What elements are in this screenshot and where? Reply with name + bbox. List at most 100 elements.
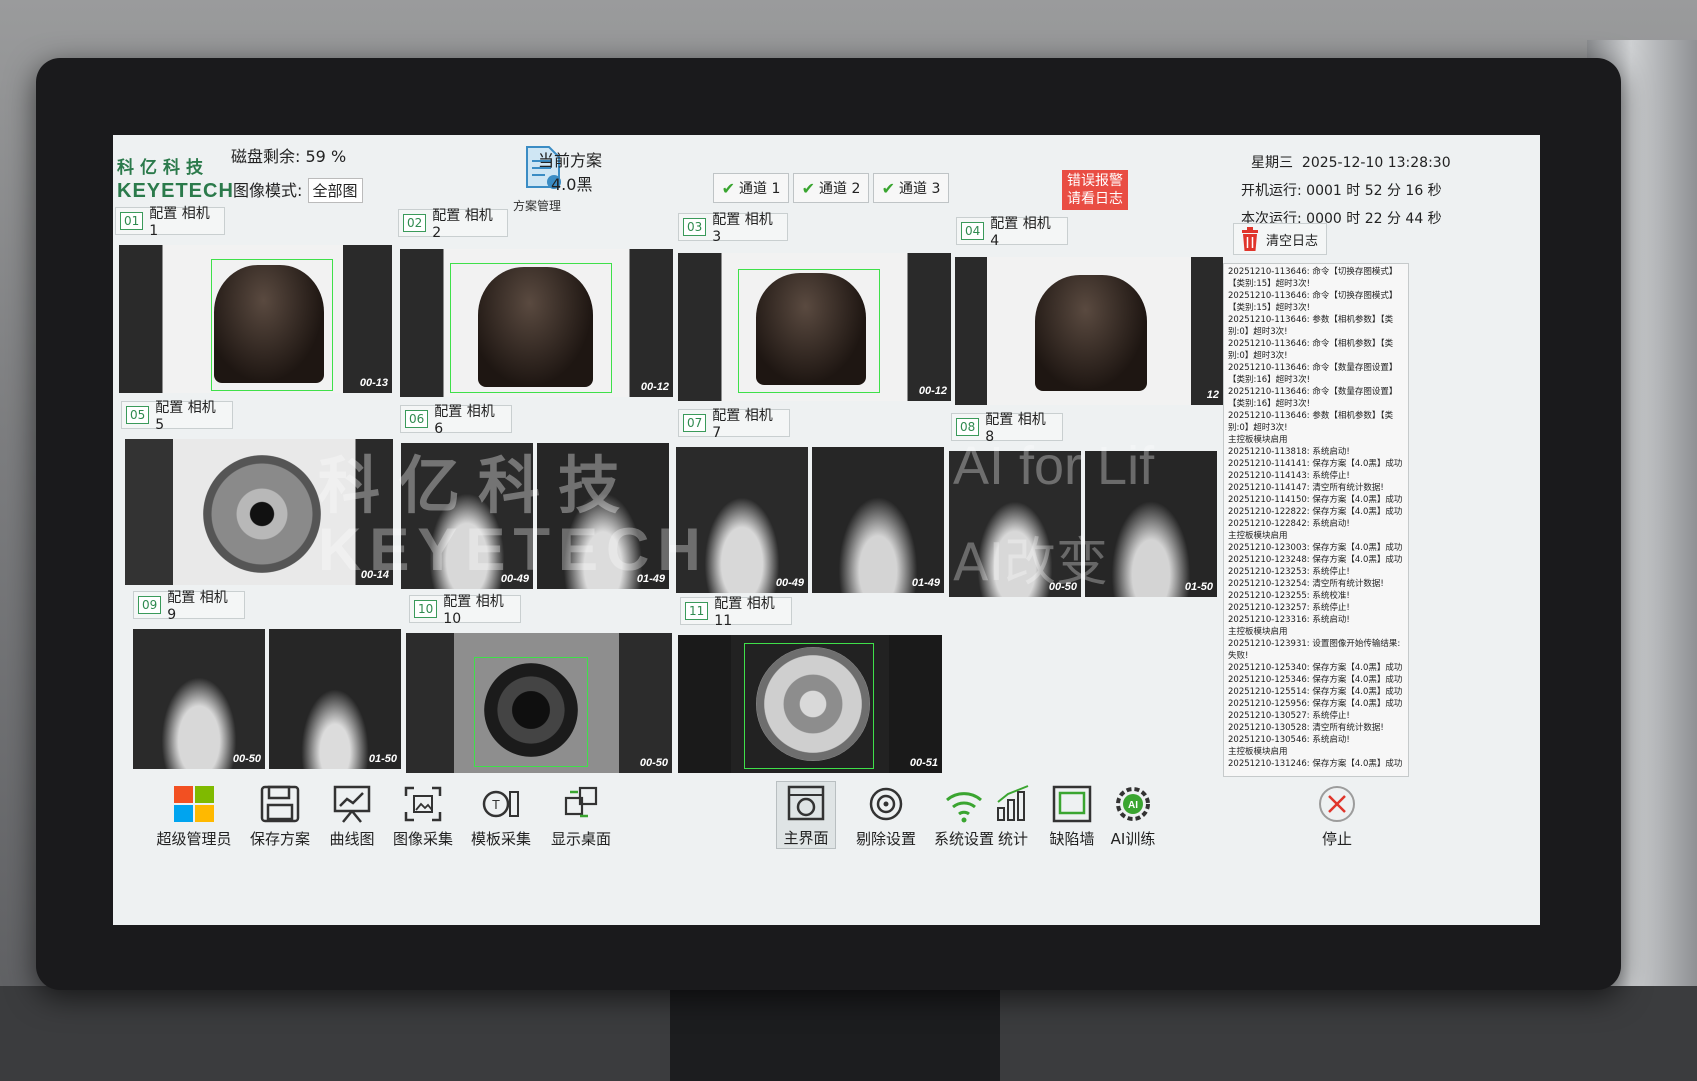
monitor-stand — [670, 980, 1000, 1081]
camera-8-image-b[interactable]: 01-50 — [1085, 451, 1217, 597]
camera-label: 配置 相机2 — [432, 208, 493, 241]
stop-button[interactable]: 停止 — [1307, 781, 1367, 849]
show-desktop-button[interactable]: 显示桌面 — [538, 781, 624, 849]
image-tag: 01-49 — [636, 573, 665, 585]
clear-log-button[interactable]: 清空日志 — [1233, 223, 1327, 255]
log-panel[interactable]: 20251210-113646: 命令【切换存图模式】【类别:15】超时3次! 2… — [1223, 263, 1409, 777]
image-tag: 01-50 — [368, 753, 397, 765]
log-line: 20251210-125340: 保存方案【4.0黑】成功 — [1228, 663, 1403, 673]
camera-number: 02 — [403, 214, 427, 232]
camera-11-image[interactable]: 00-51 — [678, 635, 942, 773]
template-icon: T — [482, 790, 519, 818]
super-admin-button[interactable]: 超级管理员 — [151, 781, 237, 849]
camera-9-config[interactable]: 09 配置 相机9 — [133, 590, 245, 623]
image-tag: 01-50 — [1184, 581, 1213, 593]
disk-status: 磁盘剩余: 59 % — [231, 143, 346, 167]
error-alarm-button[interactable]: 错误报警 请看日志 — [1062, 170, 1128, 210]
log-line: 主控板模块启用 — [1228, 435, 1288, 445]
desktop-switch-icon — [564, 786, 598, 818]
channel-label: 通道 1 — [739, 181, 781, 197]
camera-7-config[interactable]: 07 配置 相机7 — [678, 408, 790, 441]
reject-target-icon — [869, 787, 903, 821]
camera-10-config[interactable]: 10 配置 相机10 — [409, 594, 521, 627]
ai-training-button[interactable]: AI AI训练 — [1101, 781, 1165, 849]
camera-6-image-a[interactable]: 00-49 — [401, 443, 533, 589]
log-line: 20251210-125514: 保存方案【4.0黑】成功 — [1228, 687, 1403, 697]
bar-chart-icon — [997, 785, 1029, 821]
main-screen-icon — [787, 785, 825, 821]
camera-number: 08 — [956, 418, 980, 436]
check-icon: ✔ — [801, 178, 816, 198]
camera-7-image-a[interactable]: 00-49 — [676, 447, 808, 593]
image-capture-icon — [404, 786, 442, 822]
log-line: 20251210-125346: 保存方案【4.0黑】成功 — [1228, 675, 1403, 685]
camera-6-config[interactable]: 06 配置 相机6 — [400, 404, 512, 437]
reject-settings-button[interactable]: 剔除设置 — [843, 781, 929, 849]
defect-wall-button[interactable]: 缺陷墙 — [1039, 781, 1105, 849]
camera-8-image-a[interactable]: 00-50 — [949, 451, 1081, 597]
camera-10-image[interactable]: 00-50 — [406, 633, 672, 773]
camera-number: 04 — [961, 222, 985, 240]
channel-2-toggle[interactable]: ✔ 通道 2 — [793, 173, 869, 203]
camera-7-image-b[interactable]: 01-49 — [812, 447, 944, 593]
main-screen-button[interactable]: 主界面 — [776, 781, 836, 849]
log-line: 主控板模块启用 — [1228, 531, 1288, 541]
alarm-line-1: 错误报警 — [1067, 173, 1123, 189]
show-desktop-label: 显示桌面 — [550, 830, 611, 848]
camera-1-config[interactable]: 01 配置 相机1 — [115, 206, 225, 239]
statistics-button[interactable]: 统计 — [981, 781, 1045, 849]
curve-chart-label: 曲线图 — [329, 830, 375, 848]
image-tag: 00-49 — [500, 573, 529, 585]
camera-8-config[interactable]: 08 配置 相机8 — [951, 412, 1063, 445]
bottom-toolbar: 超级管理员 保存方案 曲线图 图像采集 T 模板采集 显示桌面 主界面 剔除设置… — [113, 775, 1540, 852]
camera-5-image[interactable]: 00-14 — [125, 439, 393, 585]
image-tag: 00-13 — [359, 377, 388, 389]
camera-number: 07 — [683, 414, 707, 432]
camera-9-image-a[interactable]: 00-50 — [133, 629, 265, 769]
log-line: 20251210-114147: 清空所有统计数据! — [1228, 483, 1384, 493]
log-line: 20251210-130546: 系统启动! — [1228, 735, 1350, 745]
image-tag: 00-51 — [909, 757, 938, 769]
camera-11-config[interactable]: 11 配置 相机11 — [680, 596, 792, 629]
image-capture-button[interactable]: 图像采集 — [380, 781, 466, 849]
camera-3-config[interactable]: 03 配置 相机3 — [678, 212, 788, 245]
image-mode: 图像模式: 全部图 — [233, 177, 363, 203]
statistics-label: 统计 — [997, 830, 1028, 848]
camera-6-image-b[interactable]: 01-49 — [537, 443, 669, 589]
camera-2-config[interactable]: 02 配置 相机2 — [398, 208, 508, 241]
camera-label: 配置 相机10 — [443, 594, 504, 627]
channel-3-toggle[interactable]: ✔ 通道 3 — [873, 173, 949, 203]
camera-label: 配置 相机6 — [434, 404, 495, 437]
camera-3-image[interactable]: 00-12 — [678, 253, 951, 401]
channel-1-toggle[interactable]: ✔ 通道 1 — [713, 173, 789, 203]
camera-1-image[interactable]: 00-13 — [119, 245, 392, 393]
disk-label: 磁盘剩余: — [231, 147, 301, 166]
brand-en: KEYETECH — [117, 180, 234, 202]
trash-icon — [1242, 227, 1258, 251]
image-tag: 01-49 — [911, 577, 940, 589]
stop-label: 停止 — [1321, 830, 1352, 848]
camera-number: 05 — [126, 406, 150, 424]
alarm-line-2: 请看日志 — [1067, 191, 1123, 207]
log-line: 20251210-131246: 保存方案【4.0黑】成功 — [1228, 759, 1403, 769]
camera-4-image[interactable]: 12 — [955, 257, 1223, 405]
log-line: 20251210-123253: 系统停止! — [1228, 567, 1350, 577]
template-capture-label: 模板采集 — [470, 830, 531, 848]
camera-4-config[interactable]: 04 配置 相机4 — [956, 216, 1068, 249]
camera-number: 06 — [405, 410, 429, 428]
current-scheme-label: 当前方案 — [538, 151, 603, 170]
camera-9-image-b[interactable]: 01-50 — [269, 629, 401, 769]
log-line: 20251210-130528: 清空所有统计数据! — [1228, 723, 1384, 733]
presentation-chart-icon — [333, 785, 371, 823]
mode-select[interactable]: 全部图 — [307, 178, 363, 203]
template-capture-button[interactable]: T 模板采集 — [458, 781, 544, 849]
image-tag: 00-50 — [1048, 581, 1077, 593]
log-line: 20251210-123254: 清空所有统计数据! — [1228, 579, 1384, 589]
log-line: 20251210-113818: 系统启动! — [1228, 447, 1350, 457]
camera-5-config[interactable]: 05 配置 相机5 — [121, 400, 233, 433]
camera-2-image[interactable]: 00-12 — [400, 249, 673, 397]
channel-label: 通道 3 — [899, 181, 941, 197]
image-tag: 00-50 — [232, 753, 261, 765]
log-line: 20251210-113646: 参数【相机参数】【类别:0】超时3次! — [1228, 411, 1394, 433]
camera-label: 配置 相机7 — [712, 408, 773, 441]
